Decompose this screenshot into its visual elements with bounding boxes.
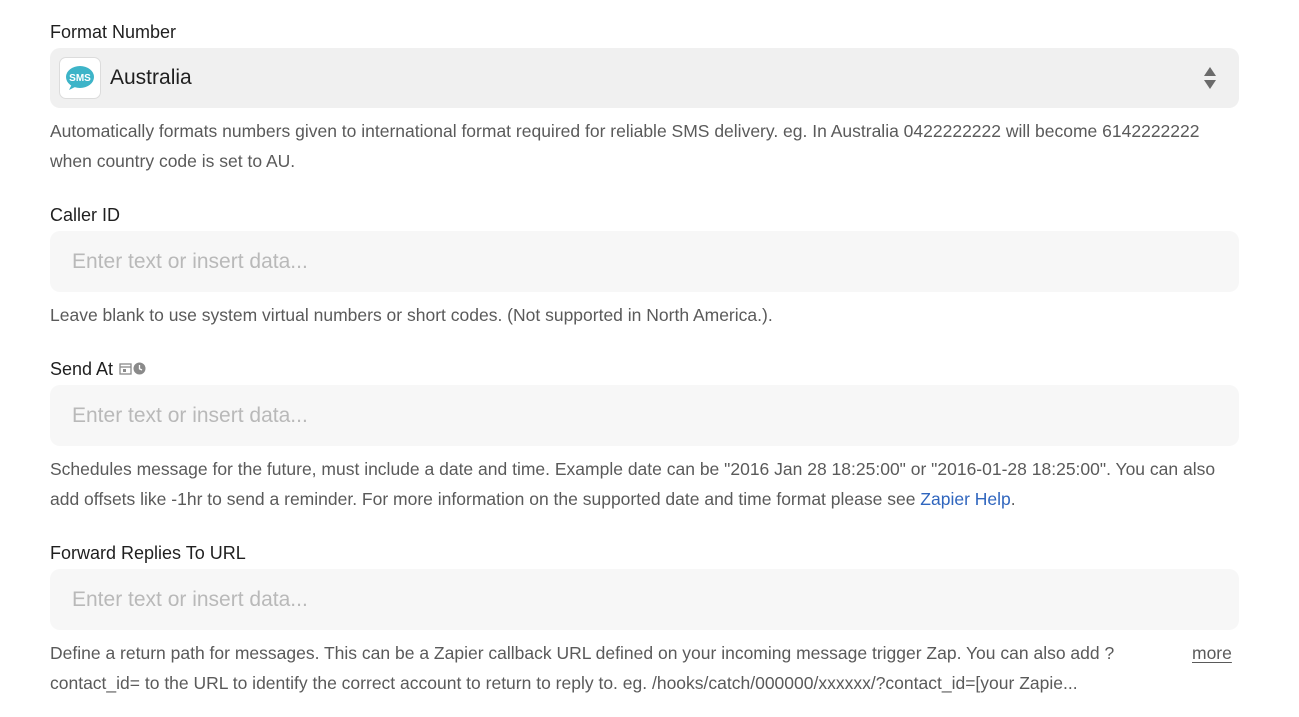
forward-replies-label: Forward Replies To URL	[50, 543, 246, 563]
format-number-label: Format Number	[50, 22, 177, 42]
calendar-icon	[119, 358, 132, 380]
caller-id-label: Caller ID	[50, 205, 121, 225]
caller-id-help: Leave blank to use system virtual number…	[50, 305, 773, 325]
clock-icon	[133, 358, 146, 380]
form-panel: Format Number SMS Australia Automaticall…	[0, 0, 1299, 717]
forward-replies-help: Define a return path for messages. This …	[50, 643, 1115, 693]
format-number-select[interactable]: SMS Australia	[50, 48, 1239, 108]
send-at-input[interactable]: Enter text or insert data...	[50, 385, 1239, 446]
select-value: Australia	[110, 66, 192, 89]
caller-id-placeholder: Enter text or insert data...	[72, 250, 308, 273]
zapier-help-link[interactable]: Zapier Help	[920, 489, 1010, 509]
forward-replies-placeholder: Enter text or insert data...	[72, 588, 308, 611]
send-at-help: Schedules message for the future, must i…	[50, 459, 1216, 509]
sms-bubble-icon: SMS	[59, 57, 101, 99]
send-at-placeholder: Enter text or insert data...	[72, 404, 308, 427]
svg-text:SMS: SMS	[69, 73, 91, 84]
send-at-label: Send At	[50, 358, 146, 380]
format-number-help: Automatically formats numbers given to i…	[50, 121, 1200, 171]
more-link[interactable]: more	[1192, 638, 1232, 668]
caller-id-input[interactable]: Enter text or insert data...	[50, 231, 1239, 292]
chevron-updown-icon[interactable]	[1203, 66, 1217, 90]
forward-replies-input[interactable]: Enter text or insert data...	[50, 569, 1239, 630]
